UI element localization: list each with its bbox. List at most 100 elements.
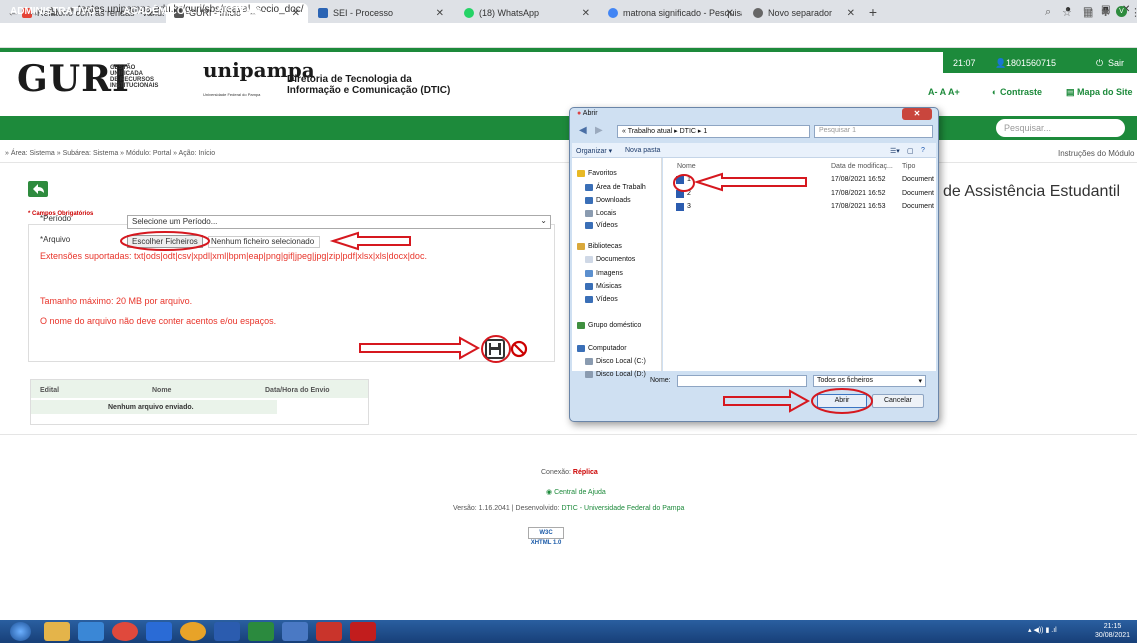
- clock[interactable]: 21:15 30/08/2021: [1095, 622, 1130, 640]
- nav-tree-item[interactable]: Bibliotecas: [577, 243, 622, 250]
- user-bar: 21:07 👤 1801560715 ⏻ Sair: [943, 52, 1137, 73]
- tab-sei[interactable]: SEI - Processo ✕: [310, 3, 452, 23]
- save-button[interactable]: [485, 339, 505, 359]
- cancel-dialog-button[interactable]: Cancelar: [872, 394, 924, 408]
- chrome-icon: [753, 8, 763, 18]
- instructions-link[interactable]: Instruções do Módulo: [1058, 149, 1135, 158]
- filename-input[interactable]: [677, 375, 807, 387]
- excel-icon[interactable]: [248, 622, 274, 641]
- firefox-icon[interactable]: [180, 622, 206, 641]
- media-icon[interactable]: [146, 622, 172, 641]
- dialog-search-input[interactable]: Pesquisar 1: [814, 125, 933, 138]
- col-type[interactable]: Tipo: [902, 163, 915, 170]
- puzzle-icon[interactable]: ✱: [1101, 6, 1110, 19]
- tab-pesquisa[interactable]: matrona significado - Pesquisa G ✕: [600, 3, 742, 23]
- cancel-button[interactable]: [510, 340, 528, 358]
- nav-tree-item[interactable]: Vídeos: [585, 296, 618, 303]
- nav-tree-label: Área de Trabalh: [596, 184, 646, 191]
- dialog-back-icon[interactable]: ◀: [579, 125, 587, 136]
- bookmark-star-icon[interactable]: ☆: [1062, 6, 1072, 19]
- contrast-link[interactable]: ◐ Contraste: [992, 87, 1042, 97]
- col-name[interactable]: Nome: [677, 163, 696, 170]
- logout-link[interactable]: Sair: [1108, 58, 1124, 68]
- system-tray[interactable]: ▴ ◀)) ▮ .ıl: [1028, 626, 1057, 634]
- view-icon[interactable]: ☰▾: [890, 147, 900, 155]
- power-icon[interactable]: ⏻: [1096, 58, 1103, 69]
- chrome-icon[interactable]: [112, 622, 138, 641]
- file-type-select[interactable]: Todos os ficheiros ▾: [813, 375, 926, 387]
- col-date[interactable]: Data de modificaç...: [831, 163, 893, 170]
- choose-file-button[interactable]: Escolher Ficheiros: [127, 235, 203, 248]
- acrobat-icon[interactable]: [350, 622, 376, 641]
- new-folder-button[interactable]: Nova pasta: [625, 147, 660, 154]
- word-icon[interactable]: [214, 622, 240, 641]
- close-icon[interactable]: ✕: [582, 8, 590, 19]
- nav-tree-item[interactable]: Locais: [585, 210, 616, 217]
- organize-menu[interactable]: Organizar ▾: [576, 147, 612, 155]
- nav-tree-item[interactable]: Área de Trabalh: [585, 184, 646, 191]
- nav-tree-item[interactable]: Downloads: [585, 197, 631, 204]
- chevron-down-icon: ⌄: [540, 216, 547, 225]
- menu-icon[interactable]: ⋮: [1130, 6, 1137, 19]
- tab-novo[interactable]: Novo separador ✕: [745, 3, 863, 23]
- font-size-controls[interactable]: A- A A+: [928, 87, 960, 97]
- tab-label: SEI - Processo: [333, 8, 394, 18]
- extension-icon[interactable]: ▦: [1083, 6, 1093, 19]
- nav-tree-item[interactable]: Disco Local (D:): [585, 371, 646, 378]
- paint-icon[interactable]: [282, 622, 308, 641]
- nav-tree-item[interactable]: Grupo doméstico: [577, 322, 641, 329]
- file-name: 2: [687, 190, 691, 197]
- preview-pane-icon[interactable]: ▢: [907, 147, 914, 155]
- session-time: 21:07: [953, 58, 976, 68]
- nav-tree-item[interactable]: Computador: [577, 345, 627, 352]
- zoom-icon[interactable]: ⌕: [1045, 6, 1051, 19]
- app-icon[interactable]: [316, 622, 342, 641]
- nav-tree-item[interactable]: Favoritos: [577, 170, 617, 177]
- dialog-close-button[interactable]: ✕: [902, 108, 932, 120]
- unipampa-subtitle: Universidade Federal do Pampa: [203, 92, 261, 97]
- breadcrumb: » Área: Sistema » Subárea: Sistema » Mód…: [5, 150, 216, 157]
- dialog-path-bar[interactable]: « Trabalho atual ▸ DTIC ▸ 1: [617, 125, 810, 138]
- close-icon[interactable]: ✕: [726, 8, 734, 19]
- connection-info: Conexão: Réplica: [541, 469, 598, 476]
- developer-link[interactable]: DTIC - Universidade Federal do Pampa: [561, 505, 684, 512]
- help-link[interactable]: ◉ Central de Ajuda: [546, 488, 606, 496]
- help-label: Central de Ajuda: [554, 489, 606, 496]
- tab-whatsapp[interactable]: (18) WhatsApp ✕: [456, 3, 598, 23]
- close-icon[interactable]: ✕: [847, 8, 855, 19]
- nav-tree-item[interactable]: Vídeos: [585, 222, 618, 229]
- new-tab-icon[interactable]: +: [865, 4, 881, 20]
- nav-tree-item[interactable]: Documentos: [585, 256, 635, 263]
- search-input[interactable]: Pesquisar...: [996, 119, 1125, 137]
- nav-tree-label: Vídeos: [596, 296, 618, 303]
- nav-tree-label: Locais: [596, 210, 617, 217]
- open-button[interactable]: Abrir: [817, 394, 867, 408]
- avatar[interactable]: V: [1116, 6, 1127, 17]
- whatsapp-icon: [464, 8, 474, 18]
- menu-sistema[interactable]: SISTEMA ›: [217, 6, 267, 17]
- nav-tree-item[interactable]: Imagens: [585, 270, 623, 277]
- w3c-badge[interactable]: W3C XHTML 1.0: [528, 527, 564, 546]
- filename-label: Nome:: [650, 377, 671, 384]
- sei-favicon-icon: [318, 8, 328, 18]
- dialog-forward-icon[interactable]: ▶: [595, 125, 603, 136]
- nav-tree-item[interactable]: Músicas: [585, 283, 622, 290]
- periodo-select[interactable]: Selecione um Período... ⌄: [127, 215, 551, 229]
- nav-tree-label: Músicas: [596, 283, 622, 290]
- size-note: Tamanho máximo: 20 MB por arquivo.: [40, 296, 193, 306]
- nav-tree-item[interactable]: Disco Local (C:): [585, 358, 646, 365]
- ie-icon[interactable]: [78, 622, 104, 641]
- dialog-title: ● Abrir: [577, 110, 598, 117]
- menu-administrativo[interactable]: ADMINISTRATIVO ›: [10, 6, 101, 17]
- explorer-icon[interactable]: [44, 622, 70, 641]
- nav-tree-label: Disco Local (D:): [596, 371, 646, 378]
- menu-academico[interactable]: ACADÊMICO ›: [123, 6, 191, 17]
- start-button[interactable]: [10, 622, 31, 641]
- sitemap-link[interactable]: ▤ Mapa do Site: [1066, 87, 1133, 98]
- close-icon[interactable]: ✕: [436, 8, 444, 19]
- tab-label: (18) WhatsApp: [479, 8, 540, 18]
- nav-tree-label: Documentos: [596, 256, 636, 263]
- nav-tree-label: Favoritos: [588, 170, 617, 177]
- help-icon[interactable]: ?: [921, 147, 925, 154]
- back-arrow-icon[interactable]: [28, 181, 48, 197]
